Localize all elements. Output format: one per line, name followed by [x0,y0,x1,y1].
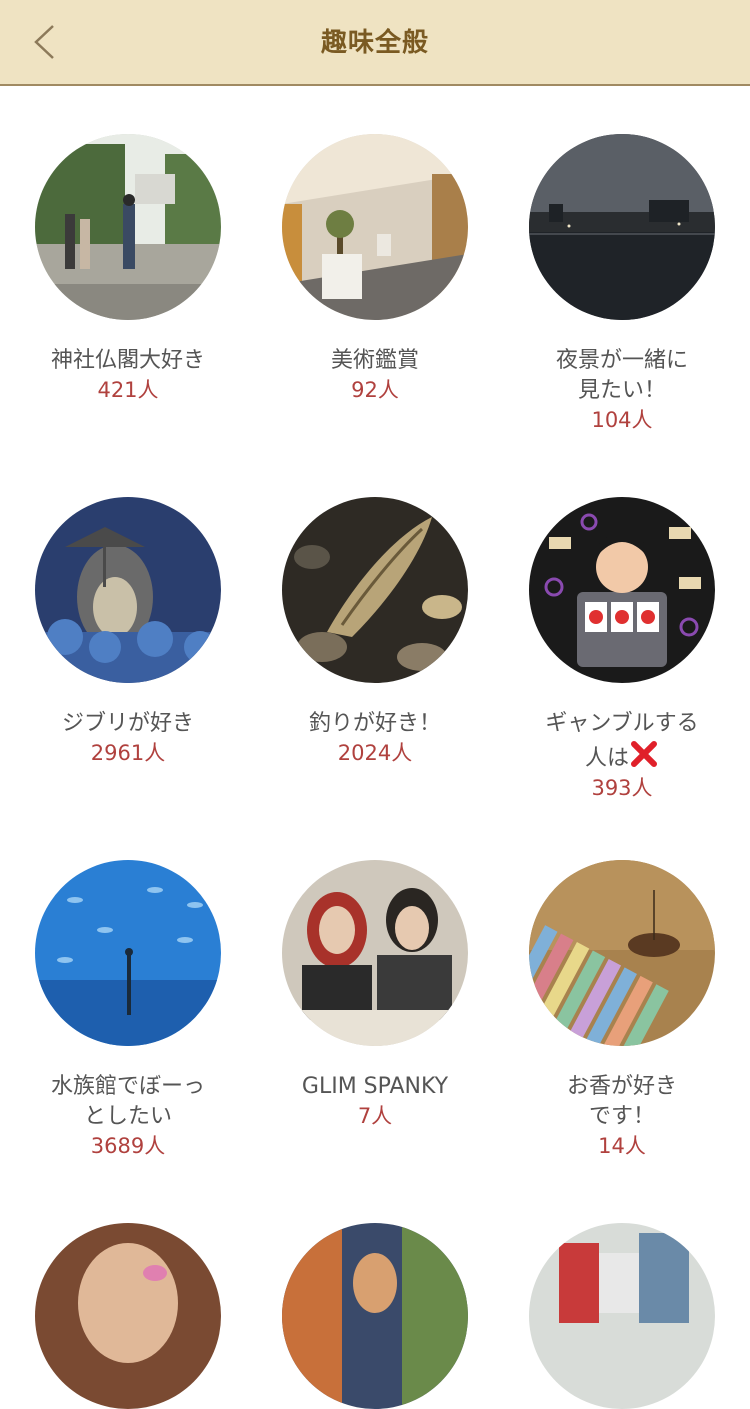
hobby-thumbnail [529,860,715,1046]
hobby-name: ギャンブルする 人は [545,711,699,771]
hobby-name: ジブリが好き [61,711,194,736]
member-count: 104人 [591,408,653,432]
hobby-card-incense[interactable]: お香が好き です！ 14人 [502,860,742,1160]
member-count: 421人 [97,378,159,402]
member-count: 2961人 [90,741,166,765]
hobby-card-art[interactable]: 美術鑑賞 92人 [255,134,495,404]
hobby-name: GLIM SPANKY [301,1074,449,1099]
hobby-thumbnail [35,1223,221,1409]
hobby-thumbnail [529,134,715,320]
app-header: 趣味全般 [0,0,750,86]
hobby-card-partial-3[interactable] [502,1223,742,1409]
page-title: 趣味全般 [320,28,429,58]
hobby-card-gambling[interactable]: ギャンブルする 人は 393人 [502,497,742,802]
hobby-name: 夜景が一緒に 見たい！ [555,348,688,403]
hobby-name: お香が好き です！ [566,1074,677,1129]
hobby-thumbnail [35,497,221,683]
hobby-card-night-view[interactable]: 夜景が一緒に 見たい！ 104人 [502,134,742,434]
hobby-thumbnail [282,860,468,1046]
member-count: 3689人 [90,1134,166,1158]
hobby-card-shrines[interactable]: 神社仏閣大好き 421人 [8,134,248,404]
hobby-thumbnail [529,1223,715,1409]
hobby-card-aquarium[interactable]: 水族館でぼーっ としたい 3689人 [8,860,248,1160]
hobby-thumbnail [282,497,468,683]
hobby-thumbnail [529,497,715,683]
hobby-thumbnail [35,134,221,320]
cross-mark-icon [631,741,657,767]
member-count: 7人 [357,1104,393,1128]
hobby-name: 水族館でぼーっ としたい [50,1074,205,1129]
hobby-card-partial-1[interactable] [8,1223,248,1409]
hobby-card-glim-spanky[interactable]: GLIM SPANKY 7人 [255,860,495,1130]
hobby-name: 釣りが好き！ [308,711,441,736]
hobby-name: 神社仏閣大好き [50,348,205,373]
hobby-thumbnail [282,1223,468,1409]
hobby-thumbnail [282,134,468,320]
member-count: 2024人 [337,741,413,765]
member-count: 92人 [351,378,399,402]
hobby-thumbnail [35,860,221,1046]
hobby-name: 美術鑑賞 [330,348,419,373]
hobby-card-ghibli[interactable]: ジブリが好き 2961人 [8,497,248,767]
member-count: 393人 [591,776,653,800]
hobby-card-partial-2[interactable] [255,1223,495,1409]
hobby-card-fishing[interactable]: 釣りが好き！ 2024人 [255,497,495,767]
member-count: 14人 [598,1134,646,1158]
